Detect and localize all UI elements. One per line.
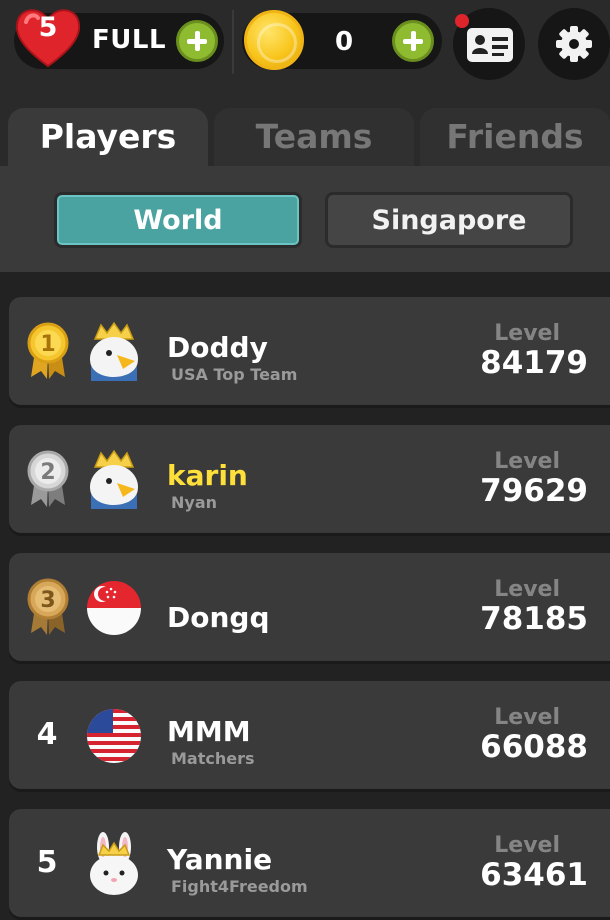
player-team: USA Top Team <box>171 365 298 384</box>
player-team: Nyan <box>171 493 218 512</box>
level-value: 63461 <box>480 857 588 893</box>
tab-teams[interactable]: Teams <box>214 108 414 166</box>
player-team: Fight4Freedom <box>171 877 308 896</box>
leaderboard-row[interactable]: 3 Dongq Level 78185 <box>9 553 610 661</box>
svg-text:1: 1 <box>40 332 55 357</box>
gear-icon <box>556 26 592 62</box>
leaderboard-row[interactable]: 4 MMM Matchers Level 66088 <box>9 681 610 789</box>
add-coins-button[interactable] <box>392 20 434 62</box>
silver-medal-icon: 2 <box>27 450 69 507</box>
tabs-area: World Singapore Players Teams Friends <box>0 86 610 272</box>
rank-number: 5 <box>36 845 58 880</box>
level-value: 84179 <box>480 345 588 381</box>
player-name: Dongq <box>167 601 270 634</box>
svg-text:3: 3 <box>40 588 55 613</box>
singapore-flag-avatar <box>87 581 141 635</box>
coin-icon <box>244 10 304 70</box>
crowned-rabbit-avatar <box>90 832 138 895</box>
bronze-medal-icon: 3 <box>27 578 69 635</box>
level-label: Level <box>494 833 560 858</box>
usa-flag-avatar <box>87 709 141 763</box>
singapore-filter-button[interactable]: Singapore <box>325 192 573 248</box>
leaderboard-row[interactable]: 1 Doddy USA Top Team Level 84179 <box>9 297 610 405</box>
status-bar: 5 FULL 0 <box>0 0 610 86</box>
level-label: Level <box>494 577 560 602</box>
leaderboard-row[interactable]: 5 Yannie Fight4Freedom Level 63461 <box>9 809 610 917</box>
level-label: Level <box>494 321 560 346</box>
crowned-eagle-avatar <box>90 321 138 381</box>
crowned-eagle-avatar <box>90 449 138 509</box>
tab-players[interactable]: Players <box>8 108 208 190</box>
level-value: 79629 <box>480 473 588 509</box>
player-name: Yannie <box>167 843 273 876</box>
player-name: karin <box>167 459 248 492</box>
add-lives-button[interactable] <box>176 20 218 62</box>
settings-button[interactable] <box>538 8 610 80</box>
level-label: Level <box>494 705 560 730</box>
lives-count: 5 <box>38 12 58 43</box>
level-value: 66088 <box>480 729 588 765</box>
player-name: Doddy <box>167 331 268 364</box>
level-label: Level <box>494 449 560 474</box>
leaderboard-row[interactable]: 2 karin Nyan Level 79629 <box>9 425 610 533</box>
level-value: 78185 <box>480 601 588 637</box>
coins-count: 0 <box>334 27 354 57</box>
world-filter-button[interactable]: World <box>54 192 302 248</box>
notification-dot <box>455 14 469 28</box>
divider <box>232 10 234 74</box>
leaderboard-list: 1 Doddy USA Top Team Level 84179 2 karin… <box>0 272 610 920</box>
svg-text:2: 2 <box>40 460 55 485</box>
player-name: MMM <box>167 715 251 748</box>
rank-number: 4 <box>36 717 58 752</box>
tab-friends[interactable]: Friends <box>420 108 610 166</box>
player-team: Matchers <box>171 749 255 768</box>
lives-status: FULL <box>92 25 167 55</box>
gold-medal-icon: 1 <box>27 322 69 379</box>
